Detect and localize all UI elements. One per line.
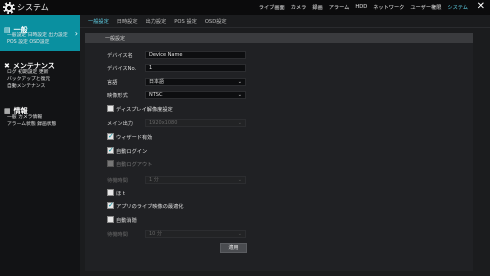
sidebar-general-subs: 一般設定 日時設定 出力設定 POS 設定 OSD設定 bbox=[0, 32, 80, 46]
display-resolution-checkbox[interactable] bbox=[107, 105, 114, 112]
nav-user-permissions[interactable]: ユーザー権限 bbox=[410, 4, 441, 11]
sidebar-info-sub-1[interactable]: 一般 カメラ情報 bbox=[0, 114, 80, 121]
sidebar-maintenance-subs: ログ 初期設定 更新 バックアップと復元 自動メンテナンス bbox=[0, 69, 80, 90]
chevron-down-icon: ⌄ bbox=[237, 177, 242, 183]
auto-logout-label: 自動ログアウト bbox=[116, 162, 153, 168]
panel-header-title: 一般設定 bbox=[105, 36, 126, 42]
panel-header: 一般設定 bbox=[85, 33, 473, 43]
nav-system[interactable]: システム bbox=[447, 4, 468, 11]
sidebar-general-sub-1[interactable]: 一般設定 日時設定 出力設定 bbox=[0, 32, 80, 39]
language-value: 日本語 bbox=[149, 79, 165, 85]
sidebar-maintenance-sub-2[interactable]: バックアップと復元 bbox=[0, 76, 80, 83]
auto-login-checkbox[interactable] bbox=[107, 146, 114, 154]
chevron-down-icon: ⌄ bbox=[237, 120, 242, 126]
nav-record[interactable]: 録画 bbox=[312, 4, 322, 11]
nav-camera[interactable]: カメラ bbox=[291, 4, 307, 11]
nav-network[interactable]: ネットワーク bbox=[373, 4, 404, 11]
sidebar-general-sub-2[interactable]: POS 設定 OSD設定 bbox=[0, 39, 80, 46]
app-title: システム bbox=[17, 3, 49, 12]
nav-live-view[interactable]: ライブ画面 bbox=[259, 4, 285, 11]
tab-bar: 一般設定 日時設定 出力設定 POS 設定 OSD設定 bbox=[80, 15, 490, 28]
sidebar-maintenance-sub-1[interactable]: ログ 初期設定 更新 bbox=[0, 69, 80, 76]
device-name-field[interactable]: Device Name bbox=[145, 51, 246, 59]
apply-button[interactable]: 適用 bbox=[220, 243, 247, 253]
main-output-select[interactable]: 1920x1080 ⌄ bbox=[145, 119, 246, 127]
device-no-value: 1 bbox=[149, 65, 153, 71]
wizard-checkbox[interactable] bbox=[107, 132, 114, 140]
tab-pos-settings[interactable]: POS 設定 bbox=[174, 18, 197, 25]
auto-login-label: 自動ログイン bbox=[116, 149, 148, 155]
nav-hdd[interactable]: HDD bbox=[355, 4, 367, 11]
sidebar: › ▤ 一般 一般設定 日時設定 出力設定 POS 設定 OSD設定 ✖ メンテ… bbox=[0, 15, 80, 276]
close-icon[interactable]: ✕ bbox=[477, 1, 485, 12]
live-optimize-label: アプリのライブ映像の最適化 bbox=[116, 204, 184, 210]
tab-output-settings[interactable]: 出力設定 bbox=[146, 18, 167, 25]
beep-checkbox[interactable] bbox=[107, 189, 114, 196]
tab-osd-settings[interactable]: OSD設定 bbox=[205, 18, 227, 25]
main-output-label: メイン出力 bbox=[107, 121, 133, 127]
gear-icon bbox=[3, 2, 15, 14]
chevron-down-icon: ⌄ bbox=[237, 92, 242, 98]
tab-datetime-settings[interactable]: 日時設定 bbox=[117, 18, 138, 25]
top-bar: システム ライブ画面 カメラ 録画 アラーム HDD ネットワーク ユーザー権限… bbox=[0, 0, 490, 15]
wait-time-label-1: 待機時間 bbox=[107, 178, 128, 184]
auto-hide-label: 自動消隠 bbox=[116, 218, 137, 224]
auto-hide-checkbox[interactable] bbox=[107, 216, 114, 223]
wait-time-select-1[interactable]: 1 分 ⌄ bbox=[145, 176, 246, 184]
nav-alarm[interactable]: アラーム bbox=[329, 4, 350, 11]
sidebar-info-sub-2[interactable]: アラーム状態 録画状態 bbox=[0, 121, 80, 128]
device-no-label: デバイスNo. bbox=[107, 66, 137, 72]
device-no-field[interactable]: 1 bbox=[145, 64, 246, 72]
auto-logout-checkbox[interactable] bbox=[107, 160, 114, 167]
wait-time-label-2: 待機時間 bbox=[107, 232, 128, 238]
chevron-down-icon: ⌄ bbox=[237, 231, 242, 237]
top-navigation: ライブ画面 カメラ 録画 アラーム HDD ネットワーク ユーザー権限 システム bbox=[259, 4, 468, 11]
live-optimize-checkbox[interactable] bbox=[107, 201, 114, 209]
device-name-label: デバイス名 bbox=[107, 53, 133, 59]
video-format-value: NTSC bbox=[149, 92, 163, 98]
device-name-value: Device Name bbox=[149, 52, 183, 58]
display-resolution-label: ディスプレイ解像度設定 bbox=[116, 107, 173, 113]
wait-time-value-2: 10 分 bbox=[149, 231, 162, 237]
tab-general-settings[interactable]: 一般設定 bbox=[88, 18, 109, 25]
wizard-label: ウィザード有効 bbox=[116, 135, 153, 141]
video-format-select[interactable]: NTSC ⌄ bbox=[145, 91, 246, 99]
video-format-label: 映像形式 bbox=[107, 93, 128, 99]
main-output-value: 1920x1080 bbox=[149, 120, 178, 126]
language-select[interactable]: 日本語 ⌄ bbox=[145, 78, 246, 86]
language-label: 言語 bbox=[107, 80, 118, 86]
wait-time-value-1: 1 分 bbox=[149, 177, 159, 183]
sidebar-maintenance-sub-3[interactable]: 自動メンテナンス bbox=[0, 83, 80, 90]
beep-label: ほ t bbox=[116, 191, 125, 197]
sidebar-info-subs: 一般 カメラ情報 アラーム状態 録画状態 bbox=[0, 114, 80, 128]
wait-time-select-2[interactable]: 10 分 ⌄ bbox=[145, 230, 246, 238]
chevron-down-icon: ⌄ bbox=[237, 79, 242, 85]
